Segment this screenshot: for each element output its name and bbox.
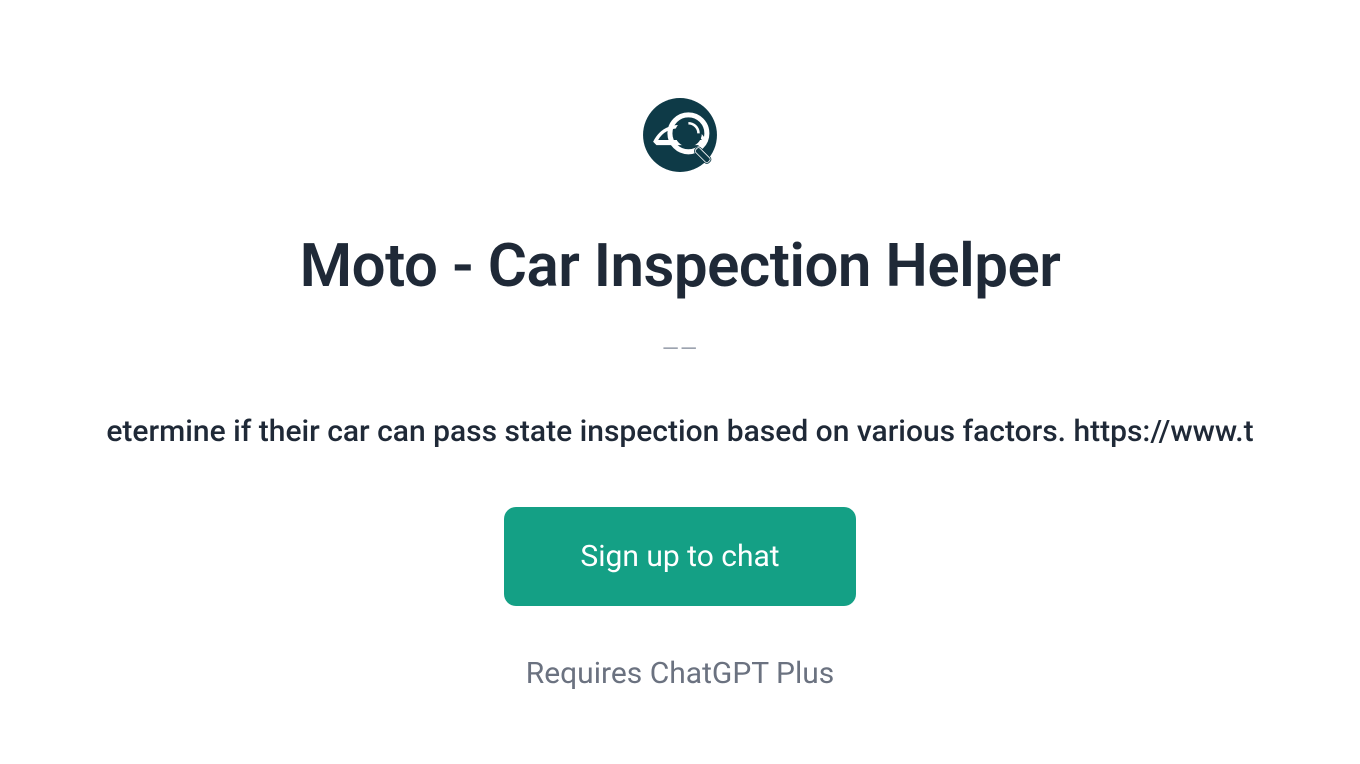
car-inspection-icon [638,93,722,177]
description-text: etermine if their car can pass state ins… [106,414,1253,449]
page-title: Moto - Car Inspection Helper [300,230,1061,301]
signup-button[interactable]: Sign up to chat [504,507,855,606]
app-icon [635,90,725,180]
separator: —— [662,337,698,362]
requires-plus-text: Requires ChatGPT Plus [526,656,835,691]
